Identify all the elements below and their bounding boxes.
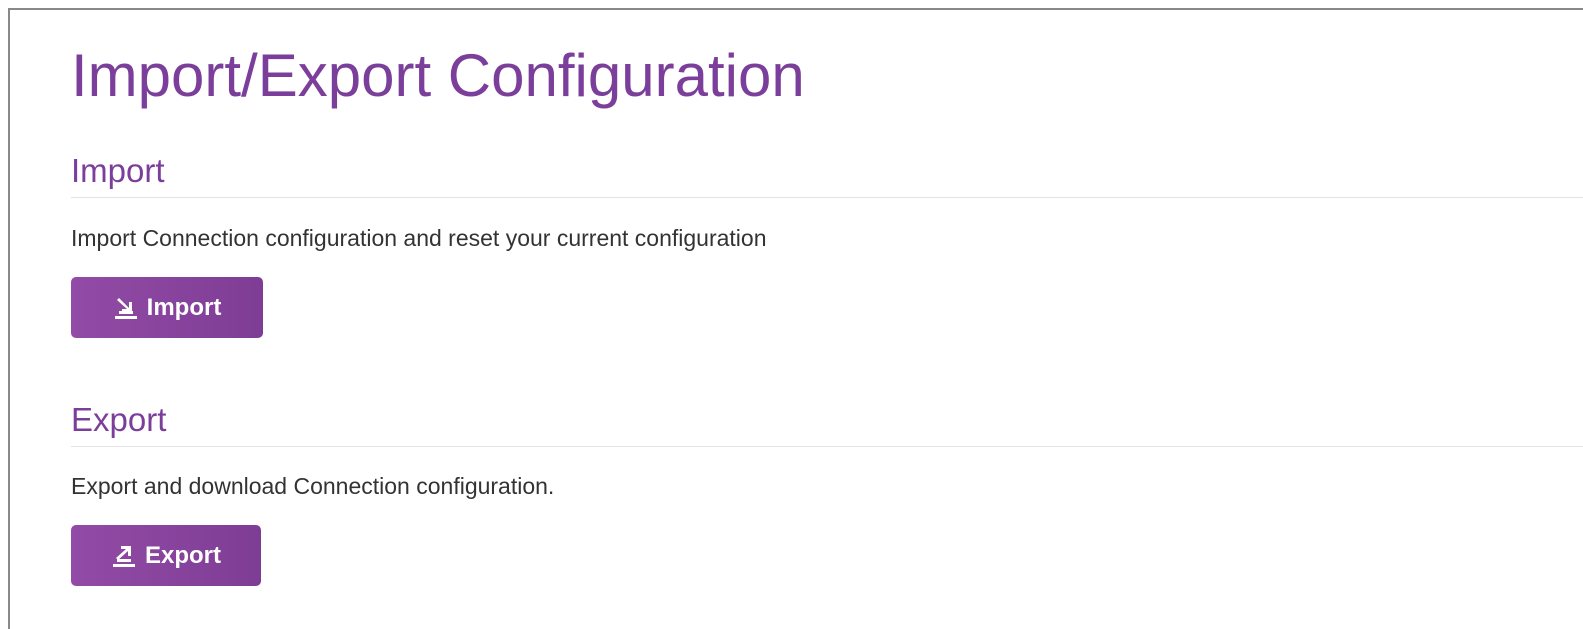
import-description: Import Connection configuration and rese… xyxy=(71,225,767,251)
export-heading: Export xyxy=(71,401,167,438)
import-button[interactable]: Import xyxy=(71,277,263,338)
import-divider xyxy=(71,197,1583,198)
import-button-label: Import xyxy=(146,293,222,321)
import-icon xyxy=(113,296,139,320)
import-heading: Import xyxy=(71,152,165,189)
export-description: Export and download Connection configura… xyxy=(71,473,555,499)
export-button[interactable]: Export xyxy=(71,525,261,586)
page-title: Import/Export Configuration xyxy=(71,42,805,109)
export-divider xyxy=(71,446,1583,447)
export-icon xyxy=(111,544,137,568)
export-button-label: Export xyxy=(144,541,221,569)
